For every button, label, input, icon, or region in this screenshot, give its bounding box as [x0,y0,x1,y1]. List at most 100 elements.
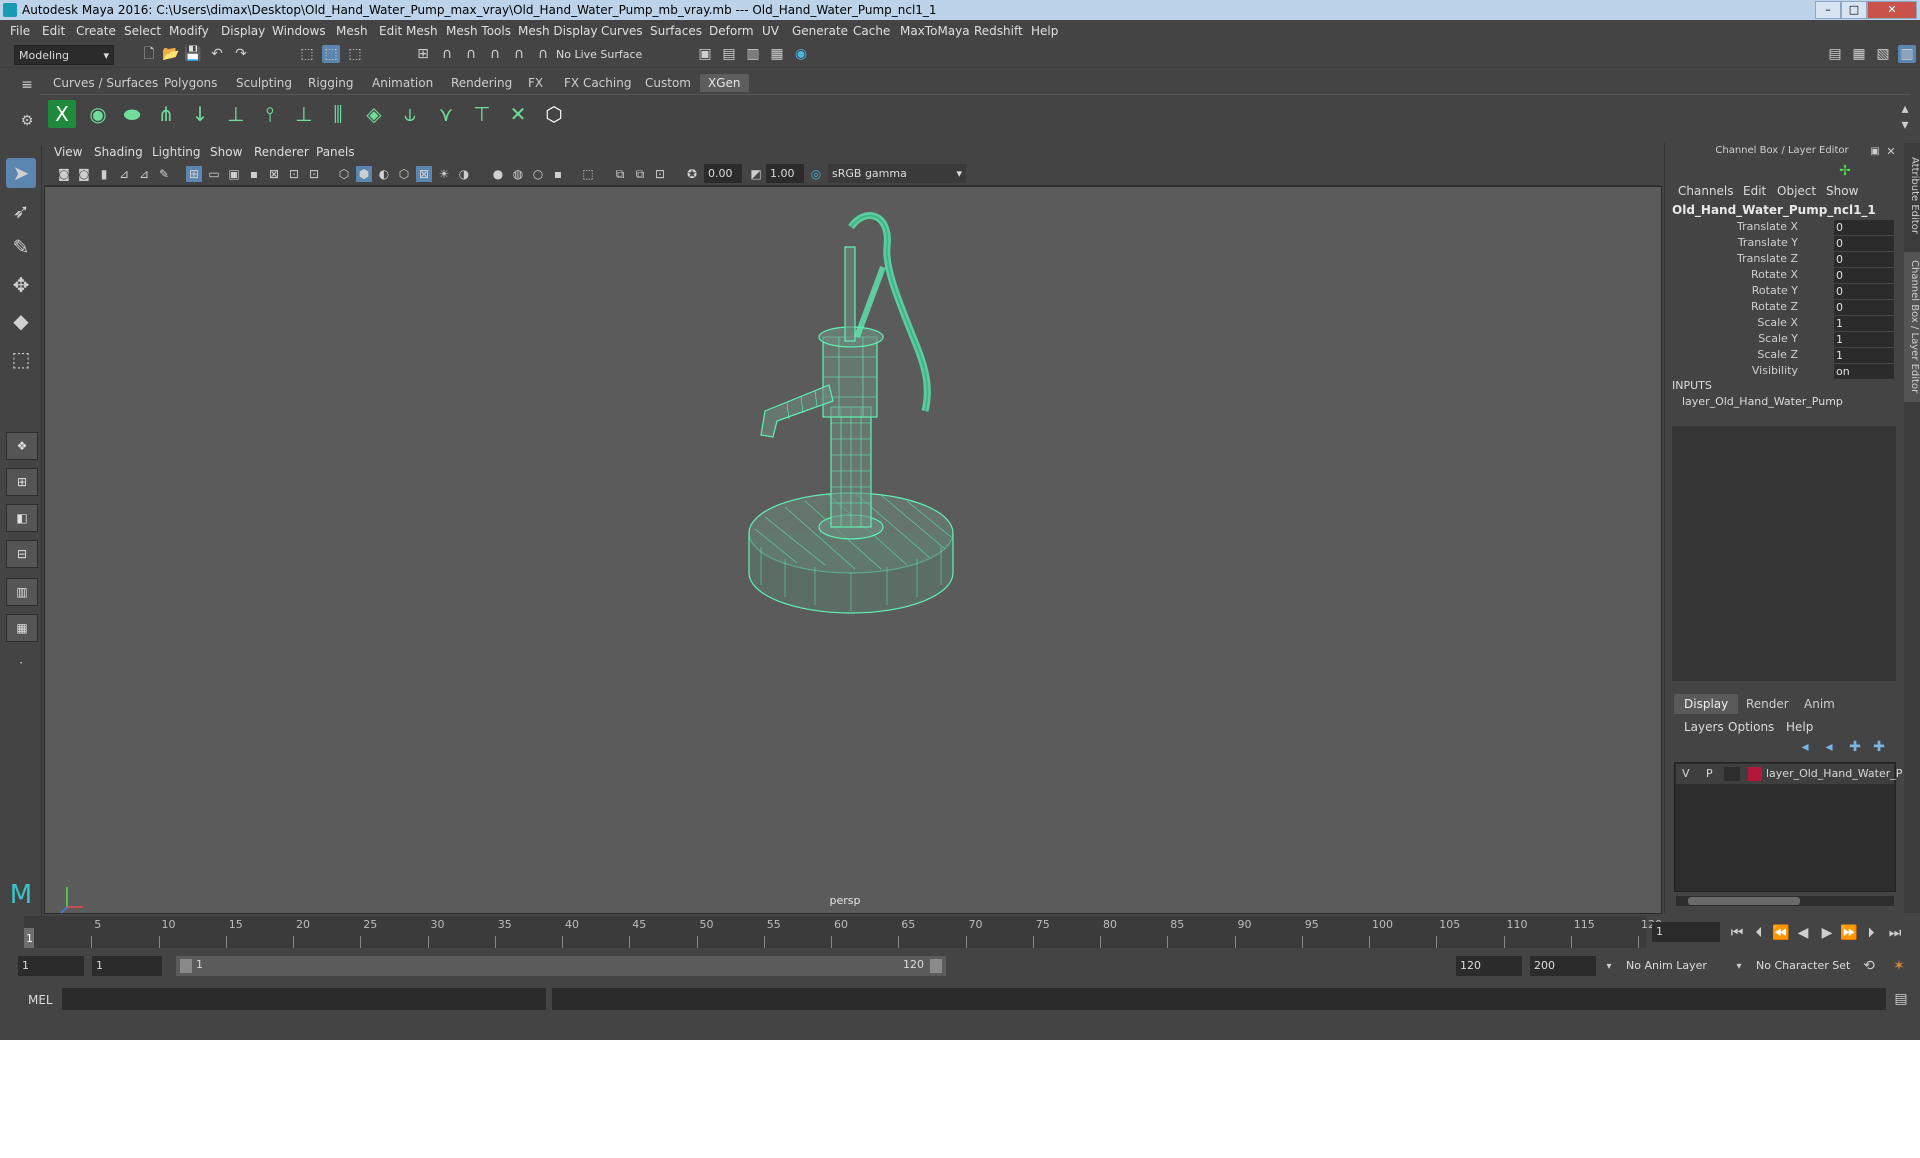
options-menu[interactable]: Options [1728,720,1774,734]
selected-object-name[interactable]: Old_Hand_Water_Pump_ncl1_1 [1672,203,1876,217]
attr-value-field[interactable]: 1 [1834,348,1894,363]
snap-grid-icon[interactable]: ⊞ [414,45,432,63]
xgen-tools-icon[interactable]: ✕ [504,100,532,128]
perspective-viewport[interactable] [44,186,1662,914]
bookmark-icon[interactable]: ▮ [96,166,112,182]
step-back-icon[interactable]: ⏴ [1750,924,1768,942]
menu-mesh-tools[interactable]: Mesh Tools [446,24,511,38]
step-forward-key-icon[interactable]: ⏩ [1840,924,1858,942]
range-slider[interactable]: 1 120 [176,956,946,976]
new-scene-icon[interactable]: 🗋 [140,45,158,63]
tab-attribute-editor[interactable]: Attribute Editor [1904,150,1920,240]
menu-select[interactable]: Select [124,24,161,38]
attr-value-field[interactable]: 1 [1834,332,1894,347]
layer-name[interactable]: layer_Old_Hand_Water_P [1766,767,1902,780]
isolate-select-icon[interactable]: ⬚ [580,166,596,182]
current-frame-field[interactable]: 1 [1652,922,1720,942]
render-view-icon[interactable]: ▦ [768,45,786,63]
gamma-field[interactable]: 1.00 [766,164,804,183]
rotate-tool-icon[interactable]: ◆ [6,306,36,336]
menu-uv[interactable]: UV [762,24,779,38]
xgen-create-description-icon[interactable]: ⬬ [118,100,146,128]
graph-layout-icon[interactable]: ▥ [6,578,38,606]
menu-edit[interactable]: Edit [42,24,65,38]
scale-tool-icon[interactable]: ⬚ [6,344,36,374]
menu-modify[interactable]: Modify [169,24,209,38]
attr-value-field[interactable]: 0 [1834,300,1894,315]
select-component-icon[interactable]: ⬚ [346,45,364,63]
close-button[interactable]: ✕ [1867,1,1917,19]
mode-dropdown[interactable]: Modeling ▾ [14,45,114,65]
move-tool-icon[interactable]: ✥ [6,270,36,300]
xgen-grass-icon[interactable]: ⋎ [432,100,460,128]
motion-blur-icon[interactable]: ◍ [510,166,526,182]
tab-xgen[interactable]: XGen [700,74,749,92]
cb-show-menu[interactable]: Show [1826,184,1858,198]
anti-aliasing-icon[interactable]: ○ [530,166,546,182]
tool-settings-icon[interactable]: ▧ [1874,45,1892,63]
hypershade-icon[interactable]: ◉ [792,45,810,63]
menu-windows[interactable]: Windows [272,24,326,38]
grid-icon[interactable]: ⊞ [186,166,202,182]
command-language-label[interactable]: MEL [28,993,53,1007]
layer-type-toggle[interactable] [1724,767,1740,781]
menu-curves[interactable]: Curves [601,24,643,38]
input-node-item[interactable]: layer_Old_Hand_Water_Pump [1682,395,1843,408]
viewport-menu-renderer[interactable]: Renderer [254,145,309,159]
menu-file[interactable]: File [10,24,30,38]
xgen-place-guide-icon[interactable]: ⊥ [222,100,250,128]
xgen-sculpt-guide-icon[interactable]: ⫯ [256,100,284,128]
playback-end-field[interactable]: 120 [1456,956,1522,976]
shadows-icon[interactable]: ◑ [456,166,472,182]
menu-redshift[interactable]: Redshift [974,24,1023,38]
viewport-menu-show[interactable]: Show [210,145,242,159]
move-layer-up-icon[interactable]: ◂ [1796,738,1814,756]
single-perspective-layout-icon[interactable]: ❖ [6,432,38,460]
select-hierarchy-icon[interactable]: ⬚ [298,45,316,63]
tab-curves-surfaces[interactable]: Curves / Surfaces [45,74,166,92]
ipr-render-icon[interactable]: ▥ [744,45,762,63]
xgen-cut-icon[interactable]: ⊤ [468,100,496,128]
maximize-button[interactable]: □ [1841,1,1867,19]
layout-more-icon[interactable]: · [6,648,36,678]
wireframe-icon[interactable]: ⬡ [336,166,352,182]
menu-mesh[interactable]: Mesh [336,24,368,38]
shelf-gear-icon[interactable]: ⚙ [18,112,36,130]
anim-layer-dropdown[interactable]: No Anim Layer [1622,956,1742,976]
character-set-dropdown[interactable]: No Character Set [1752,956,1864,976]
viewport-menu-shading[interactable]: Shading [94,145,143,159]
move-layer-down-icon[interactable]: ◂ [1820,738,1838,756]
outliner-layout-icon[interactable]: ⊟ [6,540,38,568]
grease-pencil-icon[interactable]: ✎ [156,166,172,182]
render-settings-icon[interactable]: ▣ [696,45,714,63]
xgen-preview-icon[interactable]: ◉ [84,100,112,128]
attr-value-field[interactable]: 1 [1834,316,1894,331]
tab-rendering[interactable]: Rendering [443,74,520,92]
field-chart-icon[interactable]: ⊠ [266,166,282,182]
use-default-material-icon[interactable]: ◐ [376,166,392,182]
auto-key-icon[interactable]: ⟲ [1860,957,1878,975]
exposure-icon[interactable]: ✪ [684,166,700,182]
shelf-scroll-down-icon[interactable]: ▾ [1896,116,1914,134]
layers-menu[interactable]: Layers [1684,720,1724,734]
play-forwards-icon[interactable]: ▶ [1818,924,1836,942]
screen-space-ao-icon[interactable]: ● [490,166,506,182]
smooth-shade-icon[interactable]: ⬢ [356,166,372,182]
xgen-layers-icon[interactable]: ◈ [360,100,388,128]
textured-icon[interactable]: ⊠ [416,166,432,182]
film-gate-icon[interactable]: ▭ [206,166,222,182]
range-start-handle[interactable] [180,959,192,973]
render-frame-icon[interactable]: ▤ [720,45,738,63]
menu-generate[interactable]: Generate [792,24,848,38]
range-end-handle[interactable] [930,959,942,973]
save-scene-icon[interactable]: 💾 [184,45,202,63]
menu-deform[interactable]: Deform [709,24,754,38]
tab-rigging[interactable]: Rigging [300,74,361,92]
menu-surfaces[interactable]: Surfaces [650,24,702,38]
snap-point-icon[interactable]: ∩ [462,45,480,63]
snap-view-icon[interactable]: ∩ [486,45,504,63]
manipulator-icon[interactable]: ✢ [1836,162,1854,180]
close-panel-icon[interactable]: ✕ [1882,143,1900,161]
go-to-start-icon[interactable]: ⏮ [1728,924,1746,942]
tab-render-layers[interactable]: Render [1736,694,1799,714]
